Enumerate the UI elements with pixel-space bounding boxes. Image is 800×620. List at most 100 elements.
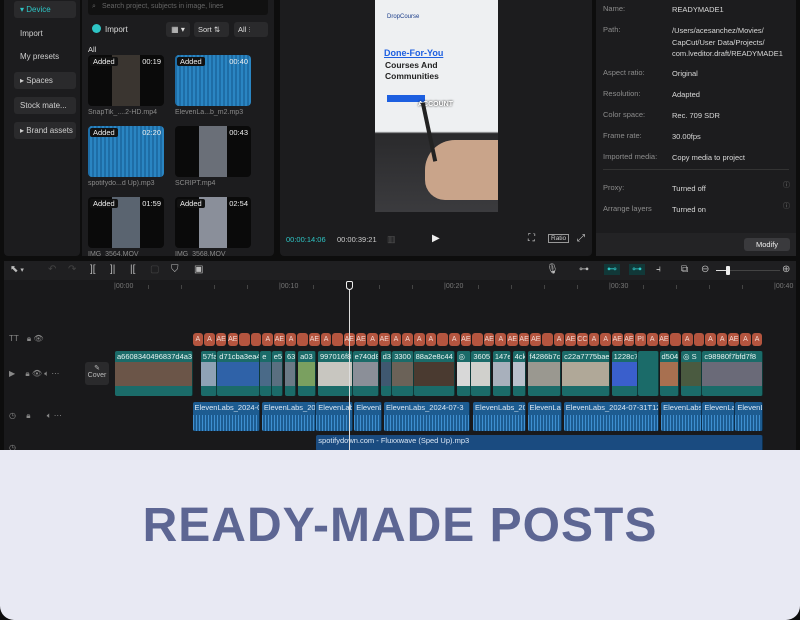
text-clip[interactable]: A	[390, 333, 402, 346]
audio-clip[interactable]: ElevenLat	[527, 402, 563, 431]
video-clip[interactable]: 4ck	[512, 351, 526, 396]
text-clip[interactable]	[332, 333, 343, 346]
media-card[interactable]: Added 00:40	[175, 55, 251, 106]
mute-icon[interactable]: 🔈︎	[44, 369, 49, 378]
video-clip[interactable]: 147e	[492, 351, 511, 396]
zoom-in-icon[interactable]: ⊕	[782, 264, 790, 275]
text-clip[interactable]: A	[646, 333, 658, 346]
video-clip[interactable]: e740d8	[352, 351, 379, 396]
audio-clip[interactable]: ElevenLabs_202	[473, 402, 526, 431]
video-clip[interactable]: 997016f8	[317, 351, 353, 396]
text-clip[interactable]	[297, 333, 309, 346]
thumbnail-icon[interactable]: ⧉	[681, 264, 688, 275]
select-tool-icon[interactable]: ⬉ ▾	[10, 264, 24, 275]
play-button[interactable]: ▶	[432, 233, 440, 244]
eye-icon[interactable]: 👁︎	[32, 369, 42, 378]
text-clip[interactable]: AE	[623, 333, 635, 346]
playhead[interactable]	[346, 281, 354, 461]
text-clip[interactable]: AE	[518, 333, 530, 346]
split-right-icon[interactable]: |[	[130, 264, 135, 275]
text-clip[interactable]: AE	[728, 333, 740, 346]
media-card[interactable]: Added 02:54	[175, 197, 251, 248]
sidebar-item-device[interactable]: ▾ Device	[14, 1, 76, 18]
audio-clip[interactable]: ElevenLabs_2024-07-31T12_	[563, 402, 660, 431]
text-clip[interactable]	[472, 333, 483, 346]
text-clip[interactable]	[670, 333, 681, 346]
text-clip[interactable]: A	[740, 333, 751, 346]
media-card[interactable]: Added 01:59	[88, 197, 164, 248]
text-clip[interactable]: AE	[658, 333, 670, 346]
audio-clip[interactable]: ElevenLal	[702, 402, 736, 431]
marker-icon[interactable]: ⛉	[171, 264, 179, 275]
arrange-help-icon[interactable]: ⓘ	[783, 201, 790, 211]
text-clip[interactable]: A	[320, 333, 332, 346]
freeze-frame-icon[interactable]: ▣	[194, 264, 203, 275]
text-clip[interactable]: AE	[565, 333, 577, 346]
audio-clip[interactable]: ElevenLab	[316, 402, 353, 431]
media-card[interactable]: 00:43	[175, 126, 251, 177]
audio-clip[interactable]: ElevenL	[735, 402, 764, 431]
sort-button[interactable]: Sort ⇅	[194, 22, 229, 37]
link-clips-icon[interactable]: ⊶	[579, 264, 589, 275]
lock-icon[interactable]: 🔒︎	[26, 411, 30, 420]
text-clip[interactable]: A	[413, 333, 425, 346]
modify-button[interactable]: Modify	[744, 238, 790, 251]
audio-clip[interactable]: ElevenLabs_2024-07-3	[383, 402, 470, 431]
split-left-icon[interactable]: ]|	[110, 264, 115, 275]
sidebar-item-import[interactable]: Import	[14, 25, 76, 42]
split-icon[interactable]: ][	[90, 264, 96, 275]
text-clip[interactable]: AE	[355, 333, 367, 346]
text-clip[interactable]: AE	[483, 333, 495, 346]
import-button[interactable]: Import	[88, 22, 138, 37]
video-clip[interactable]: c22a7775bae	[562, 351, 610, 396]
video-clip[interactable]: ◎	[456, 351, 472, 396]
eye-icon[interactable]: 👁︎	[33, 334, 43, 343]
text-clip[interactable]: A	[553, 333, 565, 346]
text-clip[interactable]: AE	[215, 333, 227, 346]
text-clip[interactable]	[693, 333, 705, 346]
text-clip[interactable]: AE	[309, 333, 320, 346]
text-clip[interactable]: A	[285, 333, 297, 346]
text-clip[interactable]: A	[751, 333, 763, 346]
text-clip[interactable]: A	[681, 333, 693, 346]
timeline-view-icon[interactable]: ▥	[387, 234, 396, 245]
video-clip[interactable]: 57fa	[200, 351, 218, 396]
text-clip[interactable]: A	[448, 333, 460, 346]
video-clip[interactable]: 63	[284, 351, 297, 396]
text-clip[interactable]: AE	[611, 333, 623, 346]
search-input[interactable]: ⌕ Search project, subjects in image, lin…	[88, 0, 268, 15]
music-clip[interactable]: spotifydown.com - Fluxxwave (Sped Up).mp…	[316, 435, 764, 451]
video-clip[interactable]: ◎ S	[680, 351, 703, 396]
mute-icon[interactable]: 🔈︎	[47, 411, 52, 420]
text-clip[interactable]	[250, 333, 262, 346]
text-clip[interactable]: A	[425, 333, 437, 346]
zoom-slider[interactable]	[716, 266, 780, 275]
more-icon[interactable]: ⋯	[54, 411, 62, 420]
more-icon[interactable]: ⋯	[51, 369, 59, 378]
text-clip[interactable]: AE	[378, 333, 390, 346]
text-clip[interactable]: A	[192, 333, 204, 346]
text-clip[interactable]: A	[705, 333, 716, 346]
text-clip[interactable]: A	[495, 333, 507, 346]
view-toggle-button[interactable]: ▦ ▾	[166, 22, 190, 37]
proxy-help-icon[interactable]: ⓘ	[783, 180, 790, 190]
audio-clip[interactable]: ElevenLabs_202	[261, 402, 317, 431]
text-clip[interactable]: A	[600, 333, 611, 346]
undo-icon[interactable]: ↶	[48, 264, 56, 275]
magnet-icon[interactable]: ⊷	[604, 264, 620, 275]
text-clip[interactable]: A	[402, 333, 413, 346]
microphone-icon[interactable]: 🎙︎	[546, 264, 559, 275]
video-clip[interactable]: 88a2e8c44	[413, 351, 455, 396]
text-clip[interactable]: AE	[530, 333, 542, 346]
text-clip[interactable]: AE	[274, 333, 285, 346]
lock-icon[interactable]: 🔒︎	[25, 369, 29, 378]
zoom-out-icon[interactable]: ⊖	[701, 264, 709, 275]
video-clip[interactable]: d71cba3ea4	[217, 351, 261, 396]
fullscreen-icon[interactable]: ⤢	[577, 233, 585, 244]
cover-button[interactable]: ✎ Cover	[85, 362, 109, 385]
sidebar-item-spaces[interactable]: ▸ Spaces	[14, 72, 76, 89]
text-clip[interactable]: A	[716, 333, 728, 346]
audio-clip[interactable]: ElevenLabs_2024-0	[192, 402, 261, 431]
audio-clip[interactable]: ElevenLabs_	[661, 402, 703, 431]
video-clip[interactable]: 1228c7	[611, 351, 639, 396]
